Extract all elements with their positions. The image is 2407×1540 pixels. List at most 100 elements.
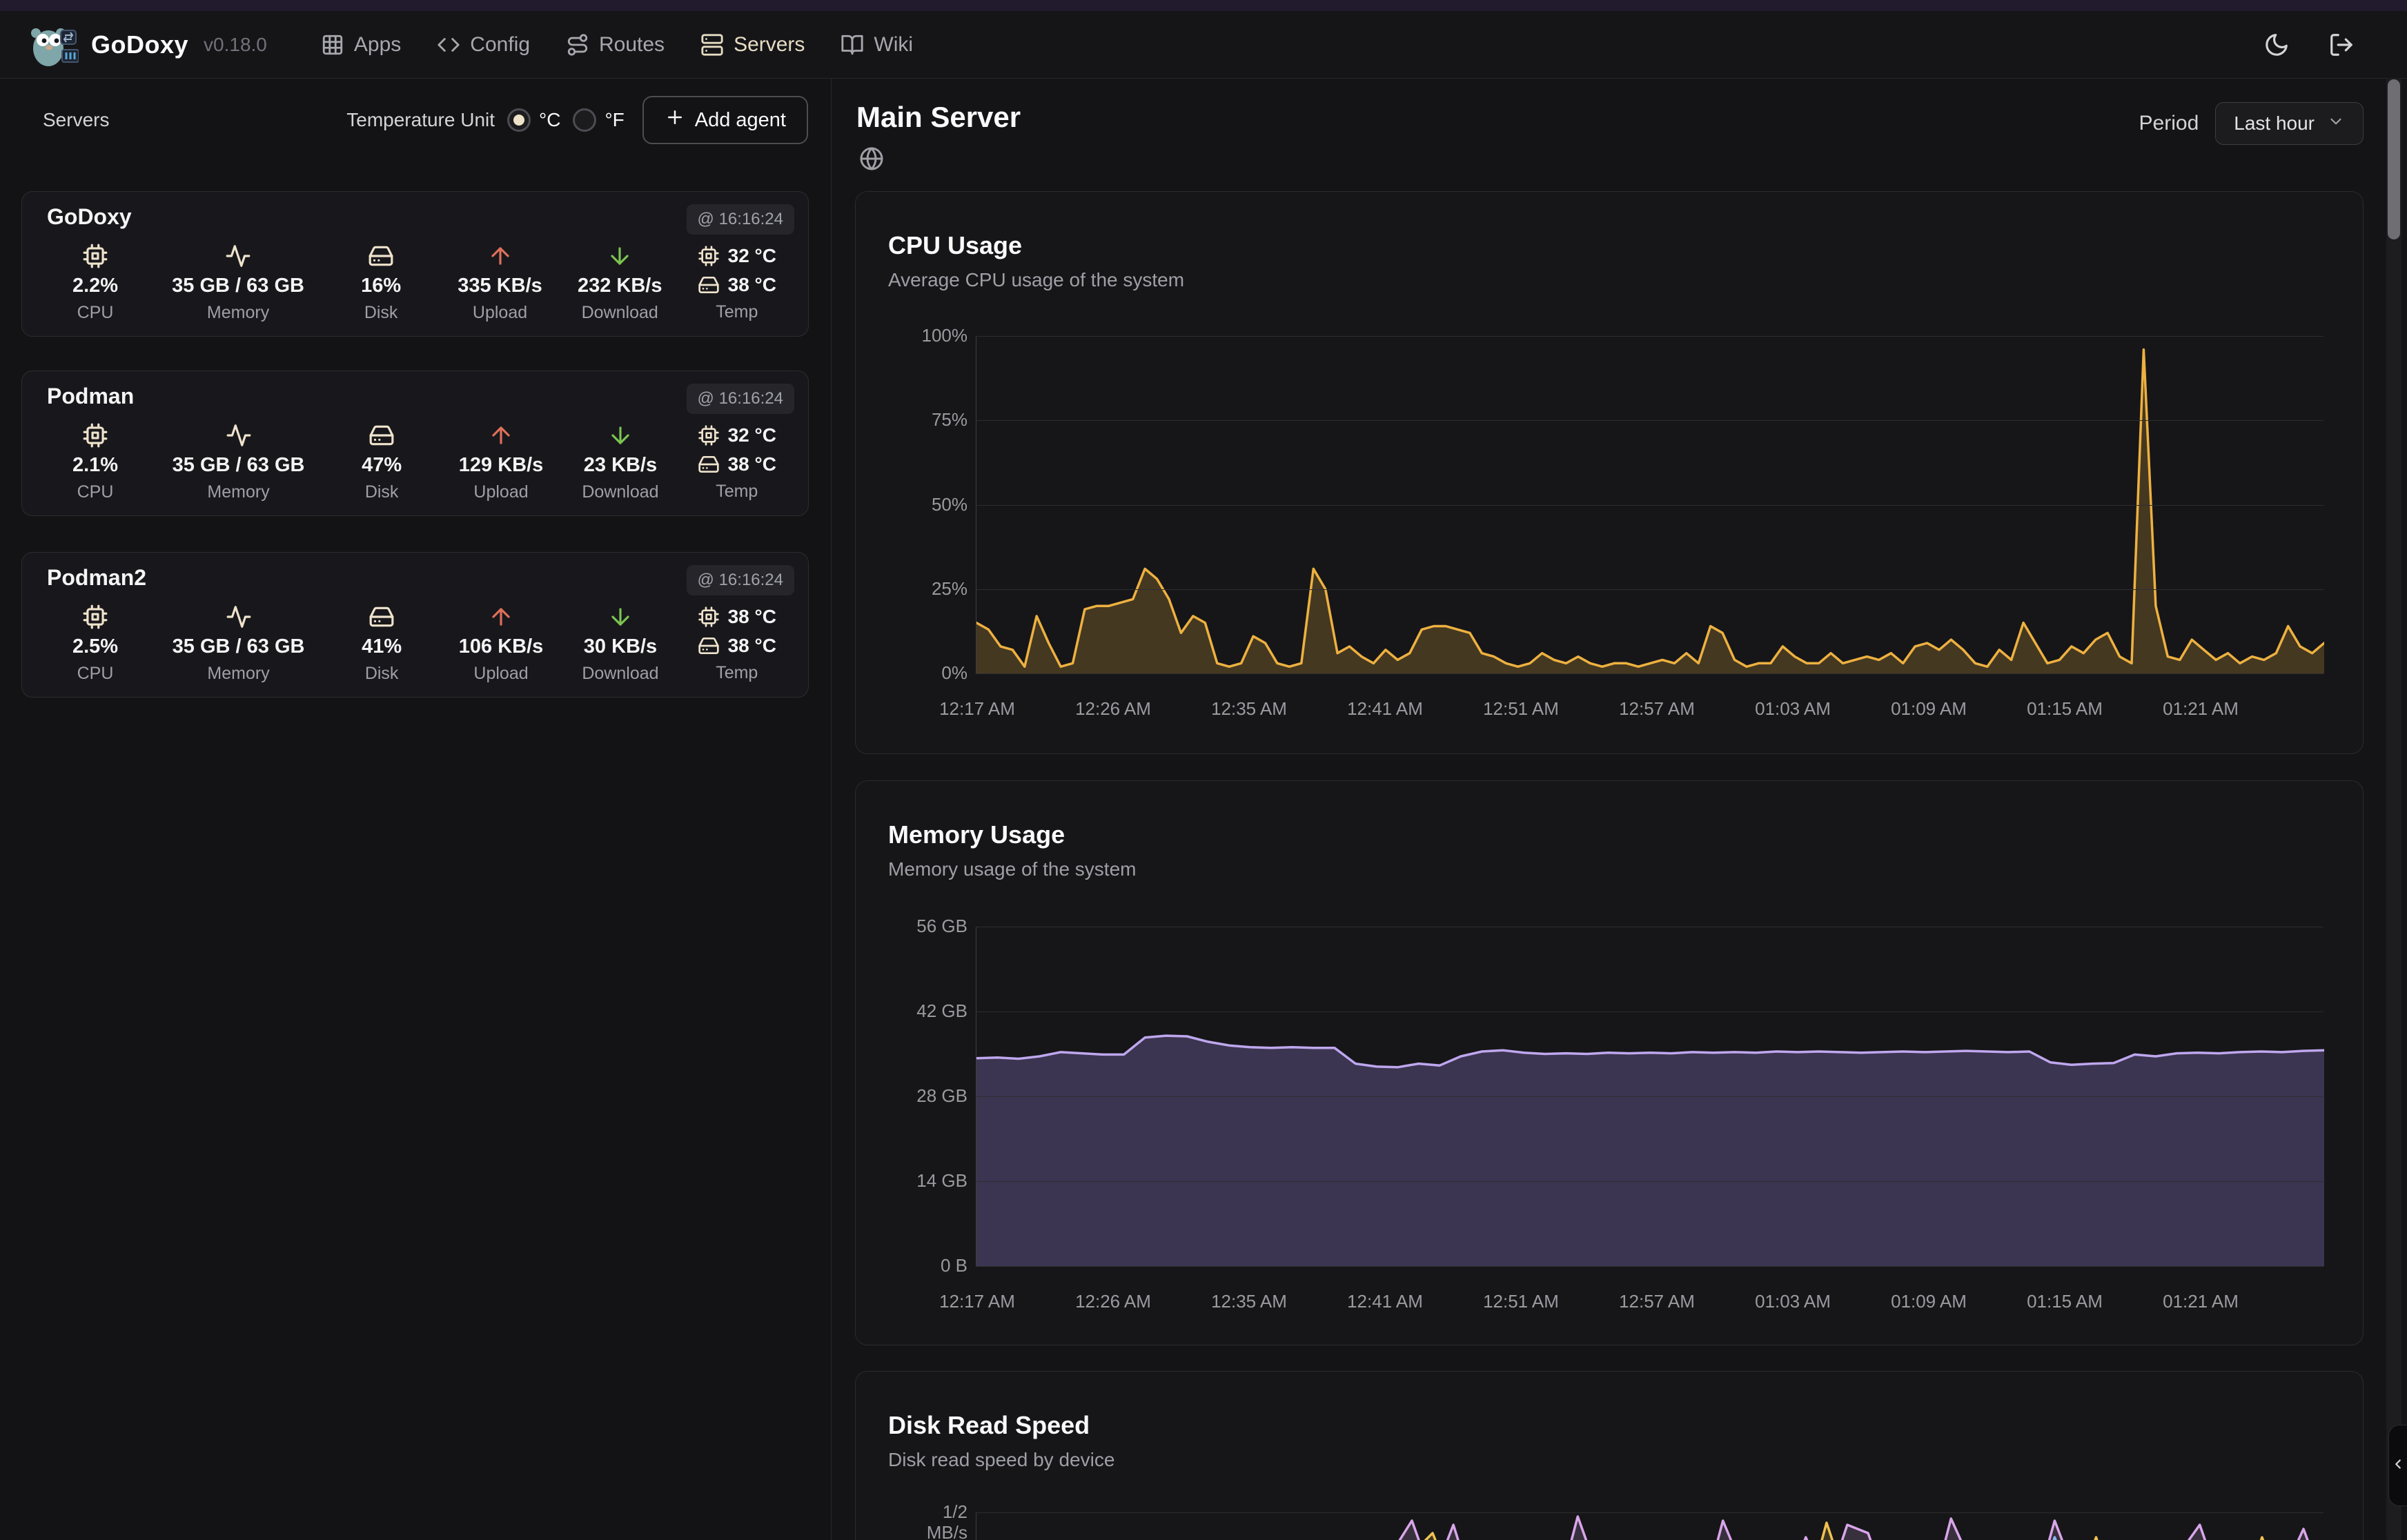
add-agent-button[interactable]: Add agent bbox=[642, 96, 808, 144]
temperature-unit-label: Temperature Unit bbox=[346, 109, 495, 131]
stat-label: Temp bbox=[716, 302, 758, 322]
stat-value: 23 KB/s bbox=[584, 454, 657, 477]
hard-drive-icon bbox=[698, 635, 720, 657]
stat-download: 232 KB/s Download bbox=[578, 241, 662, 323]
content-area: Servers Temperature Unit °C °F Add agent… bbox=[0, 78, 2407, 1540]
xtick-label: 01:09 AM bbox=[1891, 698, 1967, 720]
stat-memory: 35 GB / 63 GB Memory bbox=[173, 602, 305, 684]
server-card-podman2[interactable]: Podman2 @ 16:16:24 2.5% CPU 35 GB / 63 G… bbox=[21, 552, 809, 698]
server-timestamp: @ 16:16:24 bbox=[687, 565, 794, 595]
book-icon bbox=[841, 33, 864, 57]
period-row: Period Last hour bbox=[2139, 102, 2364, 145]
stat-memory: 35 GB / 63 GB Memory bbox=[172, 241, 304, 323]
nav-item-routes[interactable]: Routes bbox=[566, 33, 665, 57]
xtick-label: 01:21 AM bbox=[2163, 698, 2239, 720]
temp-value: 38 °C bbox=[728, 274, 776, 296]
stat-label: Upload bbox=[473, 482, 528, 502]
radio-fahrenheit-label: °F bbox=[605, 109, 624, 131]
stat-upload: 129 KB/s Upload bbox=[459, 421, 544, 502]
gridline bbox=[976, 673, 2324, 674]
nav-item-apps[interactable]: Apps bbox=[321, 33, 401, 57]
xtick-label: 01:03 AM bbox=[1755, 1291, 1831, 1312]
server-card-podman[interactable]: Podman @ 16:16:24 2.1% CPU 35 GB / 63 GB… bbox=[21, 371, 809, 516]
ytick-label: 100% bbox=[864, 326, 967, 346]
stat-label: Disk bbox=[365, 482, 399, 502]
plus-icon bbox=[665, 107, 685, 133]
sidebar-collapse-tab[interactable] bbox=[2388, 1425, 2407, 1506]
stat-label: Memory bbox=[207, 482, 269, 502]
stat-label: Download bbox=[582, 303, 658, 323]
stat-download: 23 KB/s Download bbox=[579, 421, 662, 502]
stat-value: 16% bbox=[361, 275, 401, 297]
stat-disk: 47% Disk bbox=[340, 421, 423, 502]
stats-row: 2.1% CPU 35 GB / 63 GB Memory 47% Disk 1… bbox=[54, 421, 776, 502]
server-timestamp: @ 16:16:24 bbox=[687, 384, 794, 414]
hard-drive-icon bbox=[369, 602, 395, 631]
stat-temp: 32 °C 38 °C Temp bbox=[698, 421, 776, 502]
hard-drive-icon bbox=[698, 274, 720, 296]
logout-icon[interactable] bbox=[2328, 32, 2355, 58]
gridline bbox=[976, 505, 2324, 506]
ytick-label: 75% bbox=[864, 410, 967, 431]
radio-celsius[interactable] bbox=[507, 108, 531, 132]
nav-item-wiki[interactable]: Wiki bbox=[841, 33, 913, 57]
period-select[interactable]: Last hour bbox=[2215, 102, 2364, 145]
stat-value: 2.1% bbox=[72, 454, 118, 477]
ytick-label: 0 B bbox=[864, 1256, 967, 1276]
stat-temp: 32 °C 38 °C Temp bbox=[698, 241, 776, 323]
sidebar-header: Servers Temperature Unit °C °F Add agent bbox=[21, 96, 808, 144]
memory-usage-card: Memory Usage Memory usage of the system … bbox=[855, 780, 2364, 1345]
temp-value: 32 °C bbox=[728, 245, 776, 267]
period-value: Last hour bbox=[2234, 112, 2315, 135]
nav-item-servers[interactable]: Servers bbox=[700, 33, 805, 57]
stat-cpu: 2.2% CPU bbox=[54, 241, 137, 323]
nav-item-label: Apps bbox=[354, 33, 401, 57]
memory-chart-subtitle: Memory usage of the system bbox=[888, 858, 1136, 880]
server-name: Podman2 bbox=[47, 565, 146, 591]
arrow-down-icon bbox=[607, 241, 633, 270]
page-title: Main Server bbox=[856, 101, 1021, 134]
xtick-label: 01:09 AM bbox=[1891, 1291, 1967, 1312]
stat-temp: 38 °C 38 °C Temp bbox=[698, 602, 776, 684]
navbar: GoDoxy v0.18.0 Apps Config Routes Servers Wi… bbox=[0, 11, 2407, 78]
stats-row: 2.2% CPU 35 GB / 63 GB Memory 16% Disk 3… bbox=[54, 241, 776, 323]
nav-menu: Apps Config Routes Servers Wiki bbox=[321, 33, 913, 57]
hard-drive-icon bbox=[368, 241, 394, 270]
hard-drive-icon bbox=[369, 421, 395, 450]
grid-icon bbox=[321, 33, 344, 57]
cpu-chip-icon bbox=[698, 245, 720, 267]
arrow-up-icon bbox=[488, 421, 514, 450]
stat-cpu: 2.5% CPU bbox=[54, 602, 137, 684]
ytick-label: 28 GB bbox=[864, 1086, 967, 1107]
brand: GoDoxy v0.18.0 bbox=[28, 19, 267, 70]
stat-value: 335 KB/s bbox=[458, 275, 542, 297]
stat-label: CPU bbox=[77, 303, 114, 323]
stat-value: 2.5% bbox=[72, 635, 118, 658]
temp-row: 38 °C bbox=[698, 602, 776, 631]
hard-drive-icon bbox=[698, 453, 720, 475]
nav-item-config[interactable]: Config bbox=[437, 33, 530, 57]
xtick-label: 12:17 AM bbox=[939, 698, 1015, 720]
cpu-chip-icon bbox=[698, 606, 720, 628]
period-label: Period bbox=[2139, 112, 2199, 135]
godoxy-logo bbox=[28, 19, 79, 70]
ytick-label: 56 GB bbox=[864, 916, 967, 937]
temp-value: 32 °C bbox=[728, 424, 776, 446]
radio-fahrenheit[interactable] bbox=[573, 108, 596, 132]
moon-icon[interactable] bbox=[2263, 32, 2290, 58]
app-name: GoDoxy bbox=[91, 30, 188, 59]
temp-value: 38 °C bbox=[728, 635, 776, 657]
main-scrollbar[interactable] bbox=[2386, 78, 2401, 1540]
add-agent-label: Add agent bbox=[695, 109, 786, 132]
stat-value: 232 KB/s bbox=[578, 275, 662, 297]
cpu-chip-icon bbox=[82, 241, 108, 270]
cpu-chart-subtitle: Average CPU usage of the system bbox=[888, 269, 1184, 291]
stat-disk: 16% Disk bbox=[340, 241, 422, 323]
temp-row: 38 °C bbox=[698, 270, 776, 299]
stat-download: 30 KB/s Download bbox=[579, 602, 662, 684]
stat-label: Upload bbox=[473, 303, 527, 323]
servers-icon bbox=[700, 33, 724, 57]
scrollbar-thumb[interactable] bbox=[2388, 79, 2400, 239]
stat-value: 129 KB/s bbox=[459, 454, 544, 477]
server-card-godoxy[interactable]: GoDoxy @ 16:16:24 2.2% CPU 35 GB / 63 GB… bbox=[21, 191, 809, 337]
